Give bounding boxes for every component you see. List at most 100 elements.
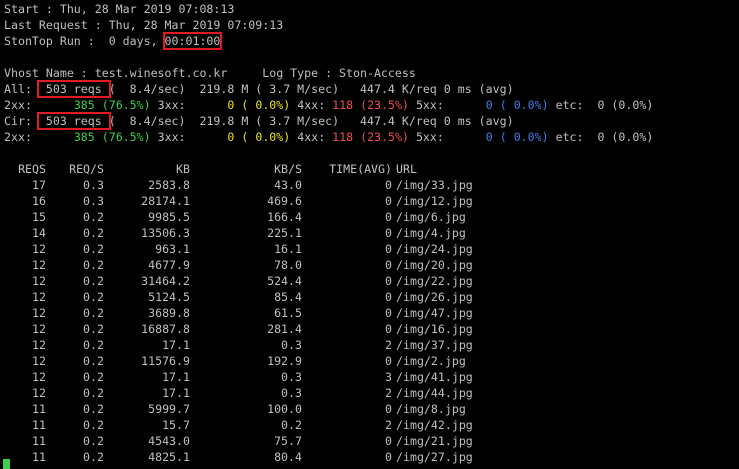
cell-req-per-sec: 0.2 — [83, 274, 104, 288]
url-stats-table: REQS REQ/S KB KB/S TIME(AVG) URL 17 0.3 2 5… — [6, 161, 516, 465]
cir-3xx-count: 0 — [227, 130, 235, 144]
all-etc: etc: 0 (0.0%) — [555, 98, 654, 112]
cell-req-per-sec: 0.2 — [83, 242, 104, 256]
cell-url: /img/27.jpg — [396, 450, 473, 464]
cell-kb-per-sec: 0.3 — [281, 386, 302, 400]
table-row: 12 0.2 4677.9 78.0 0/img/20.jpg — [6, 257, 516, 273]
cell-reqs: 17 — [32, 178, 46, 192]
cell-req-per-sec: 0.2 — [83, 338, 104, 352]
col-header-reqs: REQS — [18, 162, 46, 176]
run-time-line: StonTop Run : 0 days, 00:01:00 — [4, 32, 739, 50]
cell-time-avg: 2 — [385, 418, 392, 432]
table-row: 15 0.2 9985.5 166.4 0/img/6.jpg — [6, 209, 516, 225]
cell-time-avg: 2 — [385, 386, 392, 400]
col-header-kb-per-sec: KB/S — [274, 162, 302, 176]
all-4xx-label: 4xx: — [297, 98, 326, 112]
cell-kb-per-sec: 0.3 — [281, 370, 302, 384]
cell-reqs: 12 — [32, 306, 46, 320]
cell-reqs: 12 — [32, 274, 46, 288]
table-row: 11 0.2 15.7 0.2 2/img/42.jpg — [6, 417, 516, 433]
cell-url: /img/2.jpg — [396, 354, 466, 368]
col-header-kb: KB — [176, 162, 190, 176]
start-time-line: Start : Thu, 28 Mar 2019 07:08:13 — [4, 2, 235, 16]
cell-kb: 3689.8 — [148, 306, 190, 320]
table-row: 16 0.3 28174.1 469.6 0/img/12.jpg — [6, 193, 516, 209]
cell-time-avg: 2 — [385, 338, 392, 352]
cir-reqs: 503 reqs — [36, 112, 111, 130]
cell-req-per-sec: 0.2 — [83, 370, 104, 384]
cell-reqs: 12 — [32, 386, 46, 400]
cell-kb: 17.1 — [162, 338, 190, 352]
cell-kb: 31464.2 — [141, 274, 190, 288]
vhost-line: Vhost Name : test.winesoft.co.kr Log Typ… — [4, 66, 416, 80]
cell-req-per-sec: 0.2 — [83, 434, 104, 448]
cell-reqs: 12 — [32, 258, 46, 272]
cell-time-avg: 0 — [385, 290, 392, 304]
cell-url: /img/8.jpg — [396, 402, 466, 416]
cir-5xx-label: 5xx: — [415, 130, 444, 144]
cell-reqs: 15 — [32, 210, 46, 224]
cell-req-per-sec: 0.2 — [83, 258, 104, 272]
all-2xx-count: 385 — [73, 98, 95, 112]
cell-kb-per-sec: 78.0 — [274, 258, 302, 272]
cir-2xx-count: 385 — [73, 130, 95, 144]
cell-kb: 5999.7 — [148, 402, 190, 416]
terminal-window: Start : Thu, 28 Mar 2019 07:08:13 Last R… — [4, 1, 739, 465]
cell-kb-per-sec: 80.4 — [274, 450, 302, 464]
cell-reqs: 11 — [32, 418, 46, 432]
cell-req-per-sec: 0.2 — [83, 226, 104, 240]
table-row: 12 0.2 16887.8 281.4 0/img/16.jpg — [6, 321, 516, 337]
table-row: 12 0.2 11576.9 192.9 0/img/2.jpg — [6, 353, 516, 369]
cell-reqs: 14 — [32, 226, 46, 240]
all-3xx-count: 0 — [227, 98, 235, 112]
cell-kb-per-sec: 281.4 — [267, 322, 302, 336]
cir-4xx-count: 118 — [332, 130, 354, 144]
cell-req-per-sec: 0.3 — [83, 194, 104, 208]
cell-reqs: 11 — [32, 450, 46, 464]
cir-etc: etc: 0 (0.0%) — [555, 130, 654, 144]
all-status-codes-line: 2xx: 385 (76.5%) 3xx: 0 ( 0.0%) 4xx: 118… — [4, 97, 739, 113]
cell-kb-per-sec: 469.6 — [267, 194, 302, 208]
cell-kb: 4543.0 — [148, 434, 190, 448]
cell-kb: 13506.3 — [141, 226, 190, 240]
table-body: 17 0.3 2583.8 43.0 0/img/33.jpg 16 0.3 28174.1 4… — [6, 177, 516, 465]
all-reqs: 503 reqs — [36, 80, 111, 98]
cell-time-avg: 0 — [385, 306, 392, 320]
cell-time-avg: 0 — [385, 322, 392, 336]
cell-kb-per-sec: 225.1 — [267, 226, 302, 240]
cir-5xx-count: 0 — [485, 130, 493, 144]
cir-label: Cir: — [4, 114, 39, 128]
table-header-row: REQS REQ/S KB KB/S TIME(AVG) URL — [6, 161, 516, 177]
col-header-url: URL — [396, 162, 417, 176]
cell-kb: 4825.1 — [148, 450, 190, 464]
all-rest: ( 8.4/sec) 219.8 M ( 3.7 M/sec) 447.4 K/… — [108, 82, 514, 96]
cell-url: /img/21.jpg — [396, 434, 473, 448]
cell-time-avg: 0 — [385, 434, 392, 448]
cell-reqs: 12 — [32, 290, 46, 304]
all-3xx-ratio: ( 0.0%) — [241, 98, 291, 112]
cir-2xx-label: 2xx: — [4, 130, 32, 144]
table-row: 12 0.2 5124.5 85.4 0/img/26.jpg — [6, 289, 516, 305]
cell-time-avg: 0 — [385, 194, 392, 208]
all-5xx-label: 5xx: — [415, 98, 444, 112]
cell-kb: 9985.5 — [148, 210, 190, 224]
cell-url: /img/42.jpg — [396, 418, 473, 432]
all-4xx-ratio: (23.5%) — [360, 98, 409, 112]
cell-time-avg: 0 — [385, 354, 392, 368]
table-row: 12 0.2 17.1 0.3 2/img/37.jpg — [6, 337, 516, 353]
cell-req-per-sec: 0.2 — [83, 210, 104, 224]
cell-kb: 963.1 — [155, 242, 190, 256]
all-2xx-label: 2xx: — [4, 98, 32, 112]
cell-reqs: 16 — [32, 194, 46, 208]
cell-reqs: 12 — [32, 354, 46, 368]
cell-kb: 5124.5 — [148, 290, 190, 304]
cell-kb-per-sec: 0.3 — [281, 338, 302, 352]
cell-kb-per-sec: 85.4 — [274, 290, 302, 304]
cell-time-avg: 0 — [385, 450, 392, 464]
cell-time-avg: 0 — [385, 210, 392, 224]
cell-kb: 28174.1 — [141, 194, 190, 208]
col-header-req-per-sec: REQ/S — [69, 162, 104, 176]
table-row: 12 0.2 963.1 16.1 0/img/24.jpg — [6, 241, 516, 257]
cell-kb: 4677.9 — [148, 258, 190, 272]
